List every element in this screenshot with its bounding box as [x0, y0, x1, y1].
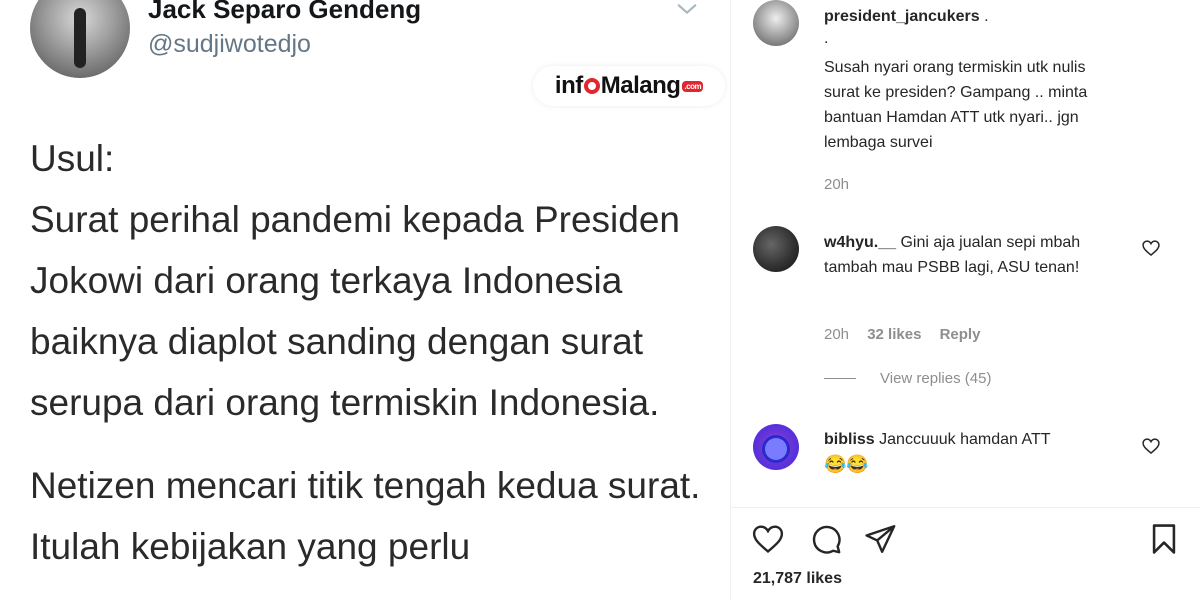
instagram-panel: president_jancukers . . Susah nyari oran…: [731, 0, 1200, 600]
tweet-author-handle[interactable]: @sudjiwotedjo: [148, 30, 311, 59]
comment-2: bibliss Janccuuuk hamdan ATT: [824, 427, 1124, 452]
comment-2-text: Janccuuuk hamdan ATT: [879, 431, 1051, 448]
watermark-text-a: inf: [554, 72, 583, 99]
comment-1-likes[interactable]: 32 likes: [867, 326, 921, 343]
comment-2-avatar[interactable]: [753, 424, 799, 470]
tweet-author-name[interactable]: Jack Separo Gendeng: [148, 0, 421, 25]
comment-1-username[interactable]: w4hyu.__: [824, 234, 896, 251]
comment-2-heart-icon[interactable]: [1141, 436, 1161, 456]
comment-1-avatar[interactable]: [753, 226, 799, 272]
share-icon[interactable]: [863, 522, 897, 556]
infomalang-watermark-logo: inf Malang .com: [533, 66, 725, 106]
caption-time: 20h: [824, 176, 850, 193]
like-heart-icon[interactable]: [751, 522, 785, 556]
post-author-username[interactable]: president_jancukers: [824, 8, 980, 25]
caption-meta: 20h: [824, 176, 863, 193]
post-author-avatar[interactable]: [753, 0, 799, 46]
actions-separator: [731, 507, 1200, 508]
tweet-paragraph-2: Netizen mencari titik tengah kedua surat…: [30, 465, 701, 567]
watermark-o-mark: [583, 78, 600, 94]
chevron-down-icon[interactable]: [676, 0, 698, 20]
watermark-text-b: Malang: [600, 72, 681, 99]
post-author-suffix: .: [984, 8, 989, 25]
comment-1: w4hyu.__ Gini aja jualan sepi mbah tamba…: [824, 230, 1114, 280]
view-replies-line: [824, 378, 856, 379]
comment-2-emoji: 😂😂: [824, 454, 869, 474]
comment-1-heart-icon[interactable]: [1141, 238, 1161, 258]
view-replies-button[interactable]: View replies (45): [824, 370, 991, 387]
post-caption: president_jancukers .: [824, 4, 1164, 29]
comment-1-reply-button[interactable]: Reply: [940, 326, 981, 343]
tweet-body: Usul: Surat perihal pandemi kepada Presi…: [30, 128, 720, 599]
caption-dot-line: .: [824, 30, 829, 47]
caption-text: Susah nyari orang termiskin utk nulis su…: [824, 59, 1088, 151]
tweet-author-avatar[interactable]: [30, 0, 130, 78]
post-likes-count[interactable]: 21,787 likes: [753, 570, 842, 588]
view-replies-label: View replies (45): [880, 370, 992, 387]
comment-icon[interactable]: [809, 522, 843, 556]
comment-1-meta: 20h 32 likes Reply: [824, 326, 994, 343]
tweet-paragraph-1: Usul: Surat perihal pandemi kepada Presi…: [30, 138, 680, 423]
tweet-panel: Jack Separo Gendeng @sudjiwotedjo inf Mal…: [0, 0, 730, 600]
comment-1-time: 20h: [824, 326, 850, 343]
bookmark-icon[interactable]: [1147, 522, 1181, 556]
comment-2-username[interactable]: bibliss: [824, 431, 875, 448]
watermark-suffix: .com: [682, 80, 704, 92]
